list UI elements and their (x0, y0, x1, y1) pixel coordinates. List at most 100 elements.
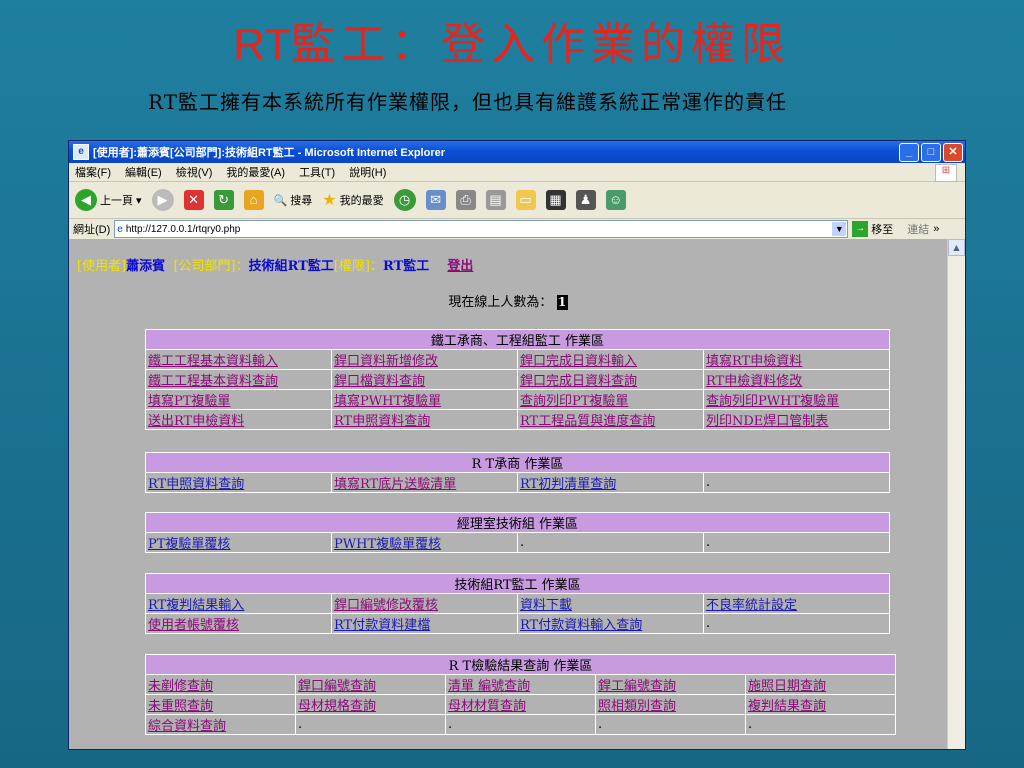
go-button[interactable]: → 移至 (852, 221, 893, 237)
function-link[interactable]: RT工程品質與進度查詢 (520, 414, 655, 429)
logout-link[interactable]: 登出 (447, 259, 473, 274)
function-link[interactable]: 綜合資料查詢 (148, 719, 226, 734)
table-row: RT複判結果輸入 銲口編號修改覆核 資料下載 不良率統計設定 (145, 593, 890, 614)
home-icon[interactable]: ⌂ (243, 190, 264, 210)
people-icon[interactable]: ☺ (605, 190, 626, 210)
menu-file[interactable]: 檔案(F) (75, 164, 111, 180)
function-link[interactable]: 列印NDE焊口管制表 (706, 414, 828, 429)
table-cell: RT申檢資料修改 (703, 369, 890, 390)
work-area-table: R T檢驗結果查詢 作業區 未剷修查詢 銲口編號查詢 清單 編號查詢 銲工編號查詢 施照日… (145, 654, 896, 735)
function-link[interactable]: 照相類別查詢 (598, 699, 676, 714)
menu-view[interactable]: 檢視(V) (176, 164, 213, 180)
back-arrow-icon: ◀ (75, 189, 97, 211)
function-link[interactable]: 銲口編號修改覆核 (334, 598, 438, 613)
function-link[interactable]: 不良率統計設定 (706, 598, 797, 613)
table-cell: . (703, 613, 890, 634)
function-link[interactable]: 銲口資料新增修改 (334, 354, 438, 369)
function-link[interactable]: 鐵工工程基本資料查詢 (148, 374, 278, 389)
history-icon[interactable]: ◷ (393, 189, 416, 211)
messenger-icon[interactable]: ♟ (575, 190, 596, 210)
table-cell: RT付款資料輸入查詢 (517, 613, 704, 634)
function-link[interactable]: 填寫RT底片送驗清單 (334, 477, 456, 492)
function-link[interactable]: 未剷修查詢 (148, 679, 213, 694)
dept-name: 技術組RT監工 (248, 259, 334, 274)
function-link[interactable]: 母材規格查詢 (298, 699, 376, 714)
table-row: PT複驗單覆核 PWHT複驗單覆核.. (145, 532, 890, 553)
function-link[interactable]: 複判結果查詢 (748, 699, 826, 714)
function-link[interactable]: 填寫PT複驗單 (148, 394, 230, 409)
function-link[interactable]: 鐵工工程基本資料輸入 (148, 354, 278, 369)
function-link[interactable]: RT申照資料查詢 (148, 477, 244, 492)
table-cell: 資料下載 (517, 593, 704, 614)
table-cell: 使用者帳號覆核 (145, 613, 332, 634)
table-cell: 查詢列印PWHT複驗單 (703, 389, 890, 410)
refresh-icon[interactable]: ↻ (213, 190, 234, 210)
function-link[interactable]: RT初判清單查詢 (520, 477, 616, 492)
table-cell: 清單 編號查詢 (445, 674, 596, 695)
table-cell: . (703, 472, 890, 493)
table-cell: RT複判結果輸入 (145, 593, 332, 614)
table-cell: 填寫PWHT複驗單 (331, 389, 518, 410)
function-link[interactable]: PT複驗單覆核 (148, 537, 230, 552)
menu-tools[interactable]: 工具(T) (299, 164, 335, 180)
links-expand-icon[interactable]: » (933, 223, 939, 235)
table-cell: . (517, 532, 704, 553)
function-link[interactable]: RT付款資料輸入查詢 (520, 618, 642, 633)
function-link[interactable]: 銲口編號查詢 (298, 679, 376, 694)
function-link[interactable]: 清單 編號查詢 (448, 679, 530, 694)
search-button[interactable]: 🔍 搜尋 (274, 192, 313, 208)
function-link[interactable]: 銲口完成日資料查詢 (520, 374, 637, 389)
maximize-button[interactable]: □ (921, 143, 941, 162)
table-cell: RT付款資料建檔 (331, 613, 518, 634)
function-link[interactable]: 查詢列印PT複驗單 (520, 394, 628, 409)
function-link[interactable]: 施照日期查詢 (748, 679, 826, 694)
window-titlebar[interactable]: e [使用者]:蕭添賓[公司部門]:技術組RT監工 - Microsoft In… (69, 141, 965, 163)
function-link[interactable]: RT申照資料查詢 (334, 414, 430, 429)
stop-icon[interactable]: ✕ (183, 190, 204, 210)
close-button[interactable]: ✕ (943, 143, 963, 162)
function-link[interactable]: RT申檢資料修改 (706, 374, 802, 389)
table-cell: 母材規格查詢 (295, 694, 446, 715)
table-cell: PT複驗單覆核 (145, 532, 332, 553)
function-link[interactable]: 填寫PWHT複驗單 (334, 394, 441, 409)
back-button[interactable]: ◀ 上一頁 ▾ (75, 189, 142, 211)
function-link[interactable]: RT複判結果輸入 (148, 598, 244, 613)
table-cell: 不良率統計設定 (703, 593, 890, 614)
mail-icon[interactable]: ✉ (425, 190, 446, 210)
menu-bar: 檔案(F) 編輯(E) 檢視(V) 我的最愛(A) 工具(T) 說明(H) ⊞ (69, 163, 965, 182)
favorites-button[interactable]: ★ 我的最愛 (322, 190, 383, 210)
page-content: [使用者]蕭添賓 [公司部門]：技術組RT監工[權限]：RT監工 登出 現在線上… (69, 239, 947, 749)
function-link[interactable]: 使用者帳號覆核 (148, 618, 239, 633)
function-link[interactable]: 查詢列印PWHT複驗單 (706, 394, 839, 409)
print-icon[interactable]: ⎙ (455, 190, 476, 210)
star-icon: ★ (322, 192, 337, 209)
function-link[interactable]: RT付款資料建檔 (334, 618, 430, 633)
address-dropdown-icon[interactable]: ▼ (832, 222, 847, 236)
folder-icon[interactable]: ▭ (515, 190, 536, 210)
links-button[interactable]: 連結 (907, 221, 929, 237)
empty-cell-marker: . (706, 616, 711, 631)
function-link[interactable]: 銲工編號查詢 (598, 679, 676, 694)
table-cell: . (295, 714, 446, 735)
vertical-scrollbar[interactable]: ▲ (947, 239, 965, 749)
function-link[interactable]: 銲口完成日資料輸入 (520, 354, 637, 369)
menu-edit[interactable]: 編輯(E) (125, 164, 162, 180)
menu-help[interactable]: 說明(H) (349, 164, 386, 180)
function-link[interactable]: PWHT複驗單覆核 (334, 537, 441, 552)
table-cell: 母材材質查詢 (445, 694, 596, 715)
function-link[interactable]: 銲口檔資料查詢 (334, 374, 425, 389)
empty-cell-marker: . (748, 717, 753, 732)
function-link[interactable]: 未重照查詢 (148, 699, 213, 714)
function-link[interactable]: 填寫RT申檢資料 (706, 354, 802, 369)
address-input[interactable]: e http://127.0.0.1/rtqry0.php ▼ (114, 220, 849, 238)
function-link[interactable]: 資料下載 (520, 598, 572, 613)
media-icon[interactable]: ▦ (545, 190, 566, 210)
go-arrow-icon: → (852, 221, 869, 237)
scroll-up-icon[interactable]: ▲ (948, 239, 965, 256)
edit-icon[interactable]: ▤ (485, 190, 506, 210)
menu-favorites[interactable]: 我的最愛(A) (226, 164, 285, 180)
function-link[interactable]: 母材材質查詢 (448, 699, 526, 714)
minimize-button[interactable]: _ (899, 143, 919, 162)
forward-button[interactable]: ▶ (151, 189, 174, 211)
function-link[interactable]: 送出RT申檢資料 (148, 414, 244, 429)
